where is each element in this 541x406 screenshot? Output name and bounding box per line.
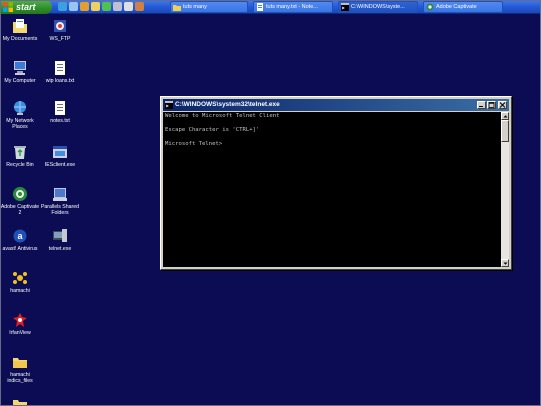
- console-line: Escape Character is 'CTRL+]': [165, 127, 260, 133]
- tools-launch-icon[interactable]: [135, 2, 144, 11]
- telnet-exe-icon: [53, 229, 67, 242]
- explorer-launch-icon[interactable]: [91, 2, 100, 11]
- desktop-icon-hamachi-indics-files[interactable]: hamachi indics_files: [0, 354, 40, 384]
- desktop-icon-ws-ftp[interactable]: WS_FTP: [40, 18, 80, 42]
- desktop-icon-label: wip loans.txt: [45, 78, 75, 84]
- desktop-icon-label: hamachi: [10, 288, 30, 294]
- notepad-icon: [257, 3, 263, 11]
- cmd-icon: [165, 101, 173, 109]
- antivirus-icon: a: [13, 229, 27, 243]
- task-label: tuts many.txt - Note...: [266, 4, 318, 10]
- minimize-button[interactable]: [477, 101, 486, 109]
- console-line: Welcome to Microsoft Telnet Client: [165, 113, 280, 119]
- desktop-icon-label: IrfanView: [9, 330, 31, 336]
- arrow-up-icon: [503, 115, 508, 118]
- console-line: ​: [165, 134, 499, 141]
- desktop-icon-adobe-captivate[interactable]: Adobe Captivate 2: [0, 186, 40, 216]
- desktop-icon-label: avast! Antivirus: [2, 246, 38, 252]
- scroll-up-button[interactable]: [501, 112, 509, 120]
- settings-launch-icon[interactable]: [113, 2, 122, 11]
- recycle-bin-icon: [14, 146, 26, 159]
- desktop-icon-recycle-bin[interactable]: Recycle Bin: [0, 144, 40, 168]
- captivate-icon: [13, 187, 27, 201]
- desktop-icon-label: Recycle Bin: [6, 162, 34, 168]
- task-label: Adobe Captivate: [436, 4, 477, 10]
- desktop-launch-icon[interactable]: [69, 2, 78, 11]
- taskbar: start tuts many tuts many.txt - Note... …: [0, 0, 541, 14]
- irfanview-icon: [13, 313, 27, 327]
- ws-ftp-icon: [54, 20, 66, 32]
- shared-folders-icon: [53, 188, 67, 201]
- desktop-icon-my-documents[interactable]: My Documents: [0, 18, 40, 42]
- folder-icon: [13, 400, 27, 406]
- task-label: tuts many: [183, 4, 207, 10]
- cmd-icon: [341, 3, 349, 11]
- desktop-icon-label: My Network Places: [6, 118, 34, 130]
- telnet-window[interactable]: C:\WINDOWS\system32\telnet.exe Welcome t…: [160, 96, 512, 270]
- desktop-icon-label: My Documents: [2, 36, 38, 42]
- arrow-down-icon: [503, 262, 508, 265]
- desktop-icon-label: Parallels Shared Folders: [40, 204, 80, 216]
- captivate-icon: [426, 3, 434, 11]
- my-documents-icon: [13, 19, 27, 33]
- notes-launch-icon[interactable]: [124, 2, 133, 11]
- start-button[interactable]: start: [0, 0, 52, 14]
- desktop-icon-label: Adobe Captivate 2: [0, 204, 40, 216]
- close-icon: [499, 102, 506, 108]
- maximize-icon: [488, 102, 495, 108]
- desktop-icon-notes[interactable]: notes.txt: [40, 100, 80, 124]
- desktop-icon-parallels-shared-folders[interactable]: Parallels Shared Folders: [40, 186, 80, 216]
- desktop-icon-label: IESclient.exe: [44, 162, 76, 168]
- window-title-bar[interactable]: C:\WINDOWS\system32\telnet.exe: [163, 99, 509, 111]
- console-prompt: Microsoft Telnet>: [165, 141, 223, 147]
- windows-logo-icon: [3, 2, 13, 12]
- desktop-icon-label: notes.txt: [50, 118, 70, 124]
- text-file-icon: [55, 61, 65, 75]
- vertical-scrollbar[interactable]: [501, 112, 509, 267]
- desktop-icon-hamachi[interactable]: hamachi: [0, 270, 40, 294]
- desktop-icon-wip-loans[interactable]: wip loans.txt: [40, 60, 80, 84]
- scroll-down-button[interactable]: [501, 259, 509, 267]
- desktop-icon-label: telnet.exe: [48, 246, 72, 252]
- task-label: C:\WINDOWS\syste...: [351, 4, 405, 10]
- close-button[interactable]: [498, 101, 507, 109]
- console-output[interactable]: Welcome to Microsoft Telnet Client​Escap…: [163, 112, 501, 267]
- hamachi-icon: [13, 272, 27, 284]
- quick-launch-bar: [58, 2, 144, 12]
- desktop-icon-label: hamachi indics_files: [7, 372, 33, 384]
- taskbar-button-telnet[interactable]: C:\WINDOWS\syste...: [338, 1, 418, 13]
- messenger-launch-icon[interactable]: [102, 2, 111, 11]
- start-label: start: [16, 2, 36, 12]
- desktop-icon-my-network-places[interactable]: My Network Places: [0, 100, 40, 130]
- console-line: ​: [165, 120, 499, 127]
- taskbar-button-tuts-many[interactable]: tuts many: [170, 1, 248, 13]
- exe-icon: [53, 146, 67, 158]
- desktop-icon-iesclient[interactable]: IESclient.exe: [40, 144, 80, 168]
- desktop-icon-label: WS_FTP: [49, 36, 71, 42]
- text-file-icon: [55, 101, 65, 115]
- browser-launch-icon[interactable]: [58, 2, 67, 11]
- taskbar-button-notepad[interactable]: tuts many.txt - Note...: [253, 1, 333, 13]
- my-computer-icon: [14, 61, 26, 75]
- desktop-icon-irfanview[interactable]: IrfanView: [0, 312, 40, 336]
- minimize-icon: [479, 106, 483, 107]
- folder-icon: [173, 5, 181, 11]
- scrollbar-thumb[interactable]: [501, 120, 509, 142]
- network-places-icon: [14, 101, 26, 115]
- desktop-icon-label: My Computer: [4, 78, 36, 84]
- maximize-button[interactable]: [487, 101, 496, 109]
- desktop-icon-telnet-exe[interactable]: telnet.exe: [40, 228, 80, 252]
- folder-icon: [13, 358, 27, 368]
- desktop-icon-my-computer[interactable]: My Computer: [0, 60, 40, 84]
- taskbar-button-captivate[interactable]: Adobe Captivate: [423, 1, 503, 13]
- window-title: C:\WINDOWS\system32\telnet.exe: [175, 101, 280, 108]
- desktop-icon-avast-antivirus[interactable]: a avast! Antivirus: [0, 228, 40, 252]
- media-launch-icon[interactable]: [80, 2, 89, 11]
- desktop-icon-partial-folder[interactable]: [0, 396, 40, 406]
